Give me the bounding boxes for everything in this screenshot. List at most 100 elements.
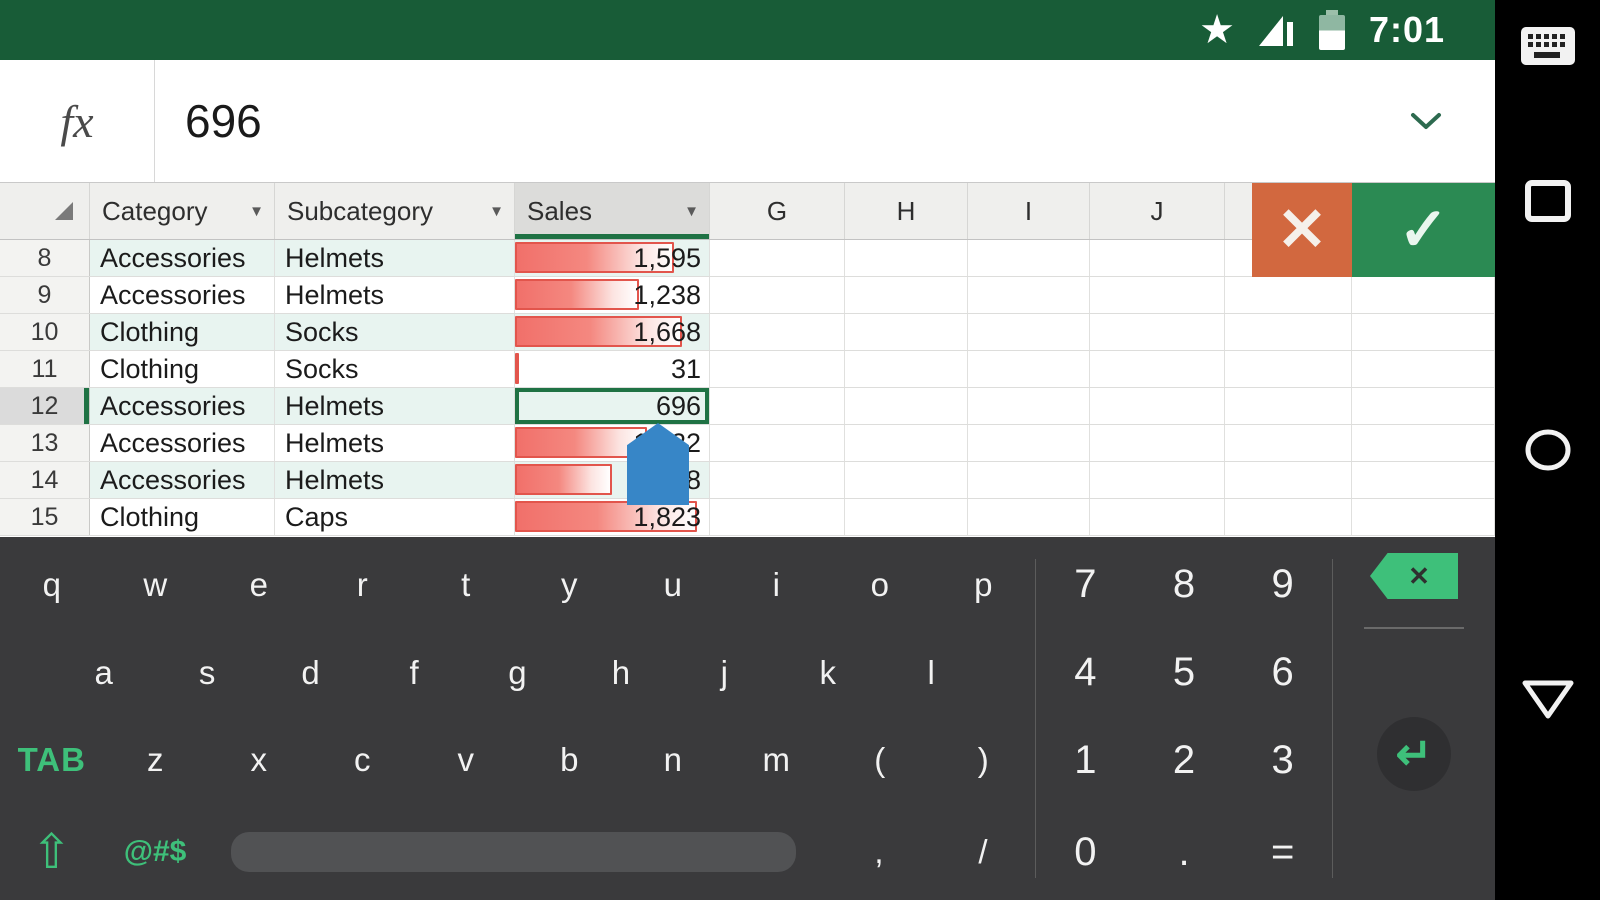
backspace-key[interactable]: ✕ [1370, 553, 1458, 599]
column-header[interactable]: G [710, 183, 845, 239]
empty-cell[interactable] [710, 314, 845, 350]
numpad-key[interactable]: 8 [1135, 562, 1234, 607]
empty-cell[interactable] [1225, 351, 1352, 387]
subcategory-cell[interactable]: Caps [275, 499, 515, 535]
empty-cell[interactable] [1090, 314, 1225, 350]
row-number-header[interactable]: 8 [0, 240, 90, 276]
empty-cell[interactable] [1090, 277, 1225, 313]
empty-cell[interactable] [1352, 462, 1495, 498]
keyboard-key[interactable]: x [207, 741, 311, 779]
keyboard-key[interactable]: u [621, 566, 725, 604]
row-number-header[interactable]: 12 [0, 388, 90, 424]
keyboard-key[interactable]: r [311, 566, 415, 604]
numpad-key[interactable]: = [1233, 830, 1332, 875]
empty-cell[interactable] [845, 240, 968, 276]
column-header[interactable]: Subcategory ▼ [275, 183, 515, 239]
row-number-header[interactable]: 15 [0, 499, 90, 535]
empty-cell[interactable] [1352, 425, 1495, 461]
keyboard-key[interactable]: l [880, 654, 983, 692]
spacebar-key[interactable] [231, 832, 796, 872]
empty-cell[interactable] [710, 240, 845, 276]
numpad-key[interactable]: 4 [1036, 650, 1135, 695]
subcategory-cell[interactable]: Socks [275, 314, 515, 350]
empty-cell[interactable] [1352, 388, 1495, 424]
column-header[interactable]: H [845, 183, 968, 239]
empty-cell[interactable] [968, 388, 1090, 424]
empty-cell[interactable] [968, 351, 1090, 387]
empty-cell[interactable] [710, 462, 845, 498]
category-cell[interactable]: Clothing [90, 314, 275, 350]
numpad-key[interactable]: 0 [1036, 830, 1135, 875]
empty-cell[interactable] [1225, 277, 1352, 313]
keyboard-key[interactable]: c [311, 741, 415, 779]
slash-key[interactable]: / [931, 833, 1035, 871]
empty-cell[interactable] [1090, 351, 1225, 387]
keyboard-key[interactable]: h [569, 654, 672, 692]
keyboard-key[interactable]: t [414, 566, 518, 604]
empty-cell[interactable] [710, 277, 845, 313]
shift-key[interactable]: ⇧ [0, 824, 103, 880]
filter-dropdown-icon[interactable]: ▼ [678, 203, 699, 220]
keyboard-key[interactable]: TAB [0, 741, 104, 779]
numpad-key[interactable]: 1 [1036, 738, 1135, 783]
select-all-button[interactable] [0, 183, 90, 239]
keyboard-key[interactable]: j [673, 654, 776, 692]
keyboard-key[interactable]: i [725, 566, 829, 604]
keyboard-key[interactable]: v [414, 741, 518, 779]
empty-cell[interactable] [710, 388, 845, 424]
empty-cell[interactable] [845, 462, 968, 498]
empty-cell[interactable] [1090, 425, 1225, 461]
keyboard-key[interactable]: g [466, 654, 569, 692]
sales-cell[interactable]: 1,238 [515, 277, 710, 313]
empty-cell[interactable] [1352, 351, 1495, 387]
row-number-header[interactable]: 13 [0, 425, 90, 461]
keyboard-key[interactable]: a [52, 654, 155, 692]
empty-cell[interactable] [710, 425, 845, 461]
empty-cell[interactable] [1225, 314, 1352, 350]
numpad-key[interactable]: 7 [1036, 562, 1135, 607]
empty-cell[interactable] [845, 388, 968, 424]
filter-dropdown-icon[interactable]: ▼ [243, 203, 264, 220]
cancel-edit-button[interactable]: ✕ [1252, 183, 1352, 277]
column-header[interactable]: Sales ▼ [515, 183, 710, 239]
empty-cell[interactable] [845, 351, 968, 387]
empty-cell[interactable] [1352, 277, 1495, 313]
keyboard-key[interactable]: n [621, 741, 725, 779]
confirm-edit-button[interactable]: ✓ [1352, 183, 1495, 277]
empty-cell[interactable] [1225, 388, 1352, 424]
numpad-key[interactable]: . [1135, 830, 1234, 875]
row-number-header[interactable]: 10 [0, 314, 90, 350]
column-header[interactable]: Category ▼ [90, 183, 275, 239]
category-cell[interactable]: Clothing [90, 499, 275, 535]
sales-cell[interactable]: 31 [515, 351, 710, 387]
empty-cell[interactable] [1225, 499, 1352, 535]
empty-cell[interactable] [968, 314, 1090, 350]
empty-cell[interactable] [1090, 388, 1225, 424]
symbols-key[interactable]: @#$ [103, 835, 207, 869]
keyboard-key[interactable]: o [828, 566, 932, 604]
sales-cell[interactable]: 1,668 [515, 314, 710, 350]
subcategory-cell[interactable]: Helmets [275, 240, 515, 276]
empty-cell[interactable] [710, 351, 845, 387]
row-number-header[interactable]: 11 [0, 351, 90, 387]
home-circle-icon[interactable] [1524, 428, 1572, 472]
recents-square-icon[interactable] [1525, 180, 1571, 222]
empty-cell[interactable] [1225, 462, 1352, 498]
empty-cell[interactable] [968, 462, 1090, 498]
numpad-key[interactable]: 5 [1135, 650, 1234, 695]
empty-cell[interactable] [845, 277, 968, 313]
formula-bar-collapse-chevron-icon[interactable] [1409, 111, 1443, 131]
numpad-key[interactable]: 3 [1233, 738, 1332, 783]
keyboard-key[interactable]: e [207, 566, 311, 604]
category-cell[interactable]: Accessories [90, 277, 275, 313]
keyboard-key[interactable]: q [0, 566, 104, 604]
empty-cell[interactable] [1352, 314, 1495, 350]
category-cell[interactable]: Clothing [90, 351, 275, 387]
keyboard-key[interactable]: z [104, 741, 208, 779]
empty-cell[interactable] [1352, 499, 1495, 535]
subcategory-cell[interactable]: Helmets [275, 462, 515, 498]
empty-cell[interactable] [968, 425, 1090, 461]
subcategory-cell[interactable]: Socks [275, 351, 515, 387]
empty-cell[interactable] [1090, 240, 1225, 276]
keyboard-key[interactable]: m [725, 741, 829, 779]
